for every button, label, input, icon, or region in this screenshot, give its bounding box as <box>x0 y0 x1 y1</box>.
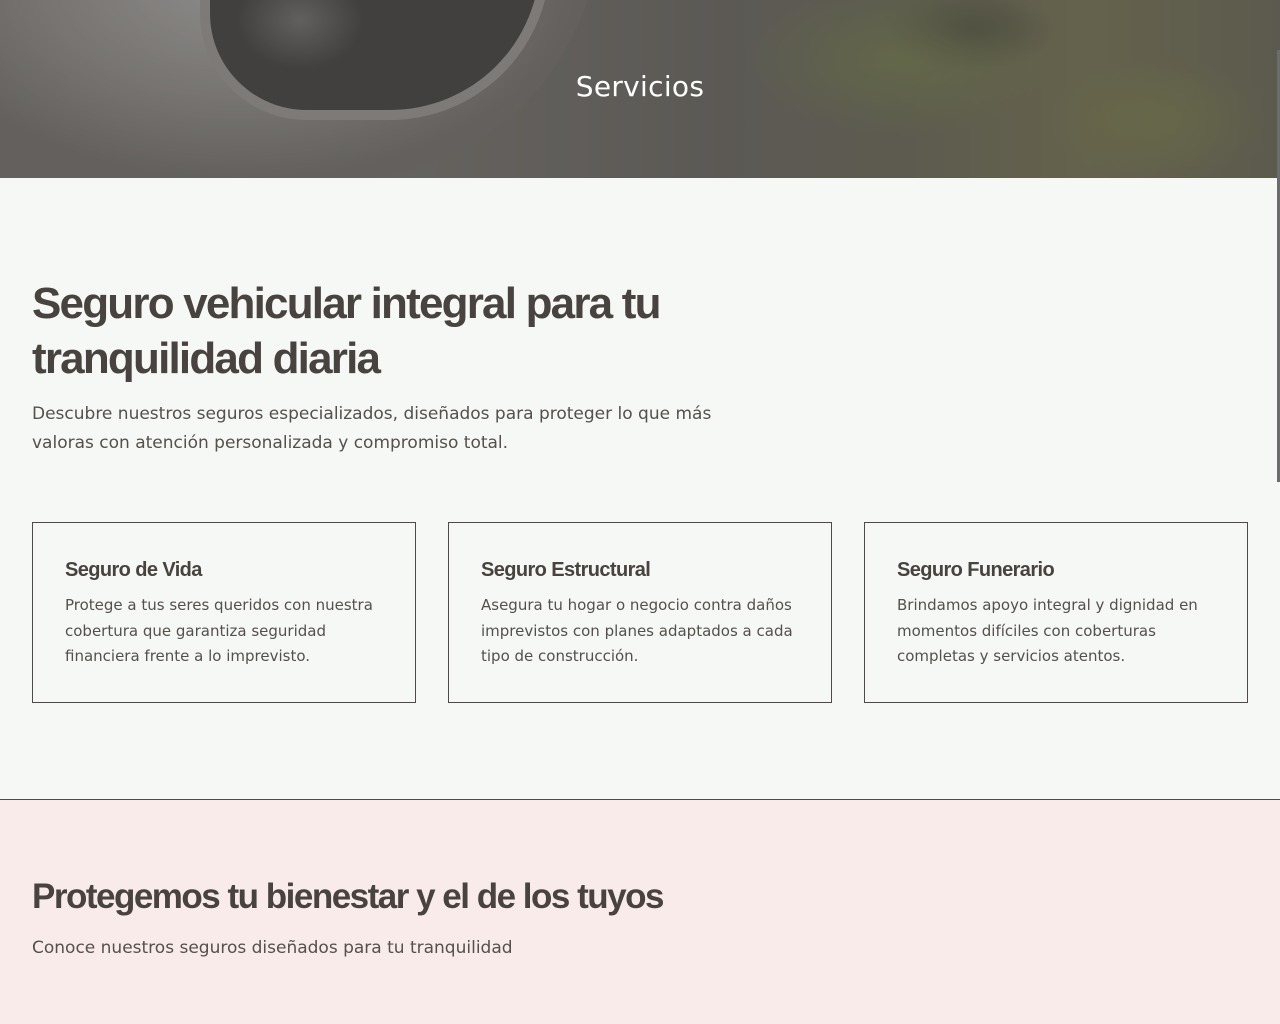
card-title: Seguro Funerario <box>897 559 1055 581</box>
wellbeing-section: Protegemos tu bienestar y el de los tuyo… <box>0 800 1280 1024</box>
wellbeing-description: Conoce nuestros seguros diseñados para t… <box>32 938 513 958</box>
intro-heading: Seguro vehicular integral para tu tranqu… <box>32 279 661 383</box>
service-card-funeral[interactable]: Seguro Funerario Brindamos apoyo integra… <box>864 522 1248 703</box>
service-card-structural[interactable]: Seguro Estructural Asegura tu hogar o ne… <box>448 522 832 703</box>
card-title: Seguro de Vida <box>65 559 202 581</box>
intro-description: Descubre nuestros seguros especializados… <box>32 404 712 453</box>
card-description: Protege a tus seres queridos con nuestra… <box>65 596 373 665</box>
service-card-life[interactable]: Seguro de Vida Protege a tus seres queri… <box>32 522 416 703</box>
card-description: Brindamos apoyo integral y dignidad en m… <box>897 596 1198 665</box>
wellbeing-heading: Protegemos tu bienestar y el de los tuyo… <box>32 877 664 916</box>
card-title: Seguro Estructural <box>481 559 651 581</box>
hero-banner: Servicios <box>0 0 1280 178</box>
page-scrollbar[interactable] <box>1276 0 1280 1024</box>
card-description: Asegura tu hogar o negocio contra daños … <box>481 596 793 665</box>
services-intro-section: Seguro vehicular integral para tu tranqu… <box>0 178 1280 799</box>
page-title: Servicios <box>575 70 705 103</box>
